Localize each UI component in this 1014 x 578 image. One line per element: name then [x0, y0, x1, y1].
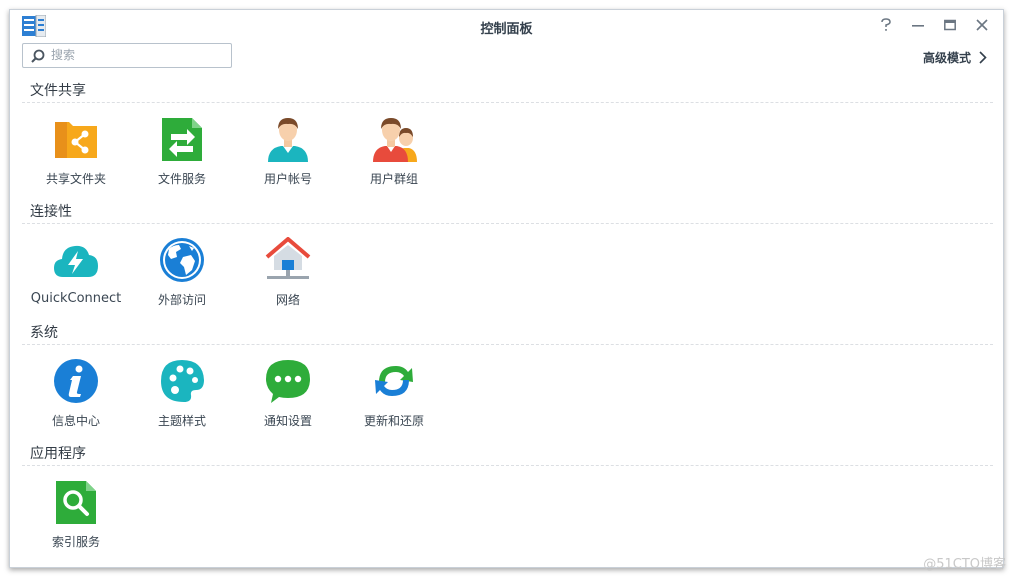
- chevron-right-icon: [979, 51, 987, 64]
- title-bar[interactable]: 控制面板: [10, 10, 1003, 42]
- section-divider: [22, 344, 993, 345]
- item-label: 主题样式: [157, 414, 206, 428]
- item-indexing-service[interactable]: 索引服务: [26, 479, 126, 555]
- item-label: QuickConnect: [30, 291, 122, 306]
- window-controls: [877, 16, 991, 36]
- search-box[interactable]: [22, 43, 232, 68]
- control-panel-window: 控制面板 高级模式 文件共享: [9, 9, 1004, 568]
- item-label: 共享文件夹: [45, 172, 106, 186]
- item-label: 外部访问: [157, 293, 206, 307]
- item-shared-folder[interactable]: 共享文件夹: [26, 116, 126, 192]
- item-quickconnect[interactable]: QuickConnect: [26, 237, 126, 313]
- user-icon: [265, 116, 311, 162]
- item-user-group[interactable]: 用户群组: [344, 116, 444, 192]
- item-label: 信息中心: [51, 414, 100, 428]
- section-title-file-sharing: 文件共享: [30, 83, 86, 99]
- section-divider: [22, 465, 993, 466]
- minimize-icon[interactable]: [909, 16, 927, 34]
- section-title-applications: 应用程序: [30, 446, 86, 462]
- file-services-icon: [159, 116, 205, 162]
- item-label: 网络: [275, 293, 300, 307]
- indexing-search-icon: [53, 479, 99, 525]
- item-update-restore[interactable]: 更新和还原: [344, 358, 444, 434]
- item-user-account[interactable]: 用户帐号: [238, 116, 338, 192]
- item-network[interactable]: 网络: [238, 237, 338, 313]
- info-icon: [53, 358, 99, 404]
- item-theme[interactable]: 主题样式: [132, 358, 232, 434]
- item-label: 通知设置: [263, 414, 312, 428]
- close-icon[interactable]: [973, 16, 991, 34]
- section-title-connectivity: 连接性: [30, 204, 72, 220]
- section-divider: [22, 102, 993, 103]
- item-label: 用户群组: [369, 172, 418, 186]
- search-icon: [31, 49, 45, 63]
- item-label: 更新和还原: [363, 414, 424, 428]
- watermark: @51CTO博客: [923, 557, 1006, 572]
- shared-folder-icon: [53, 116, 99, 162]
- group-icon: [371, 116, 417, 162]
- item-notifications[interactable]: 通知设置: [238, 358, 338, 434]
- item-label: 索引服务: [51, 535, 100, 549]
- item-label: 文件服务: [157, 172, 206, 186]
- item-file-services[interactable]: 文件服务: [132, 116, 232, 192]
- update-restore-icon: [371, 358, 417, 404]
- maximize-icon[interactable]: [941, 16, 959, 34]
- network-home-icon: [265, 237, 311, 283]
- globe-icon: [159, 237, 205, 283]
- section-title-system: 系统: [30, 325, 58, 341]
- search-input[interactable]: [51, 46, 221, 64]
- section-divider: [22, 223, 993, 224]
- palette-icon: [159, 358, 205, 404]
- help-icon[interactable]: [877, 16, 895, 34]
- item-info-center[interactable]: 信息中心: [26, 358, 126, 434]
- chat-bubble-icon: [265, 358, 311, 404]
- advanced-mode-link[interactable]: 高级模式: [923, 49, 987, 66]
- quickconnect-cloud-icon: [53, 237, 99, 283]
- window-title: 控制面板: [480, 22, 533, 37]
- item-external-access[interactable]: 外部访问: [132, 237, 232, 313]
- advanced-mode-label: 高级模式: [922, 51, 971, 65]
- item-label: 用户帐号: [263, 172, 312, 186]
